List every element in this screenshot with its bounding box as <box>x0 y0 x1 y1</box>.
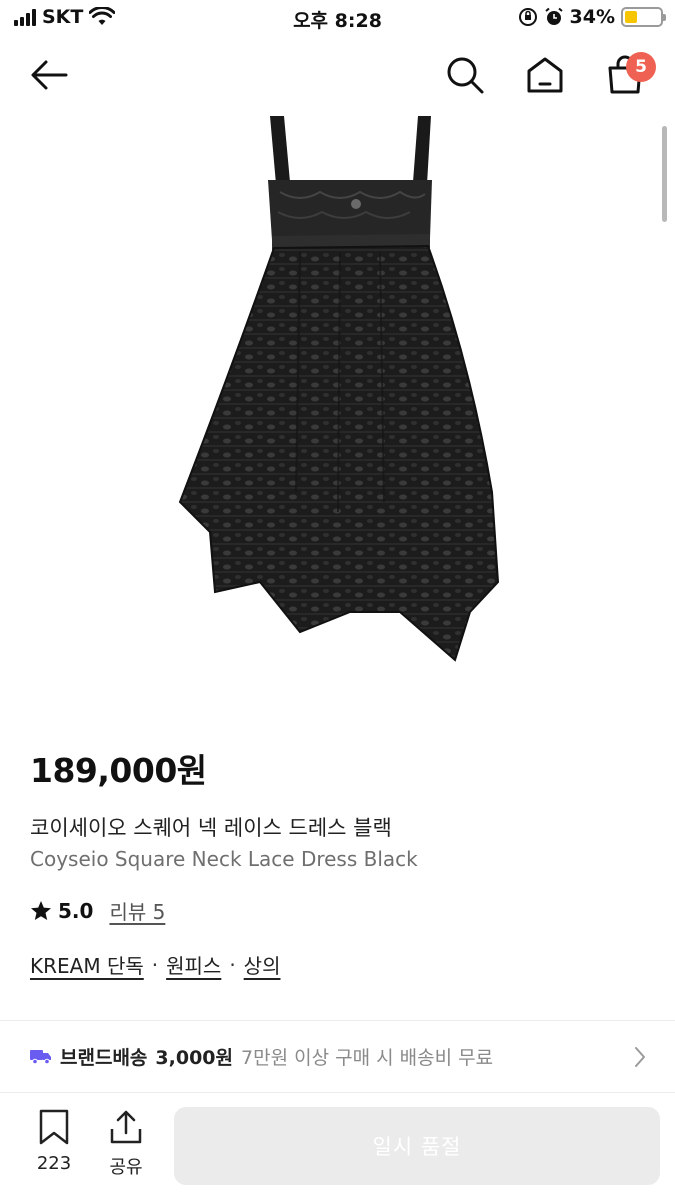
bookmark-count: 223 <box>36 1153 72 1174</box>
tag-onepiece[interactable]: 원피스 <box>166 950 221 979</box>
product-price: 189,000원 <box>30 751 207 790</box>
bottom-action-bar: 223 공유 일시 품절 <box>0 1092 675 1200</box>
cart-count-badge: 5 <box>626 52 656 82</box>
tag-separator: · <box>229 952 236 977</box>
battery-icon <box>621 7 666 27</box>
tag-kream-exclusive[interactable]: KREAM 단독 <box>30 950 144 979</box>
delivery-row[interactable]: 브랜드배송 3,000원 7만원 이상 구매 시 배송비 무료 <box>0 1022 675 1090</box>
tag-tops[interactable]: 상의 <box>244 950 281 979</box>
image-scrollbar[interactable] <box>662 126 667 222</box>
battery-percent: 34% <box>569 6 615 28</box>
alarm-icon <box>544 7 563 25</box>
share-icon <box>110 1110 142 1144</box>
bookmark-icon <box>39 1109 69 1145</box>
bookmark-button[interactable]: 223 <box>32 1109 76 1174</box>
share-label: 공유 <box>109 1157 143 1178</box>
search-icon[interactable] <box>444 54 486 96</box>
delivery-label: 브랜드배송 <box>60 1046 148 1069</box>
tag-separator: · <box>151 952 159 977</box>
category-tags: KREAM 단독 · 원피스 · 상의 <box>30 950 280 979</box>
home-icon[interactable] <box>524 54 566 96</box>
review-link[interactable]: 리뷰 5 <box>109 896 165 925</box>
top-nav: 5 <box>0 40 675 110</box>
back-arrow-icon[interactable] <box>26 54 72 96</box>
section-divider <box>0 1020 675 1021</box>
delivery-fee: 3,000원 <box>155 1046 233 1069</box>
product-image[interactable] <box>0 112 675 712</box>
status-bar: SKT 오후 8:28 34% <box>0 0 675 38</box>
rating-row: 5.0 리뷰 5 <box>30 896 165 925</box>
delivery-condition: 7만원 이상 구매 시 배송비 무료 <box>241 1046 494 1069</box>
status-right: 34% <box>518 6 666 28</box>
share-button[interactable]: 공유 <box>104 1109 148 1179</box>
product-name-english: Coyseio Square Neck Lace Dress Black <box>30 847 418 871</box>
chevron-right-icon <box>635 1047 645 1067</box>
product-name-korean: 코이세이오 스퀘어 넥 레이스 드레스 블랙 <box>30 816 392 840</box>
star-icon <box>31 900 51 920</box>
sold-out-button[interactable]: 일시 품절 <box>174 1107 660 1185</box>
rating-score: 5.0 <box>58 898 94 923</box>
truck-icon <box>30 1050 51 1064</box>
orientation-lock-icon <box>518 8 537 26</box>
